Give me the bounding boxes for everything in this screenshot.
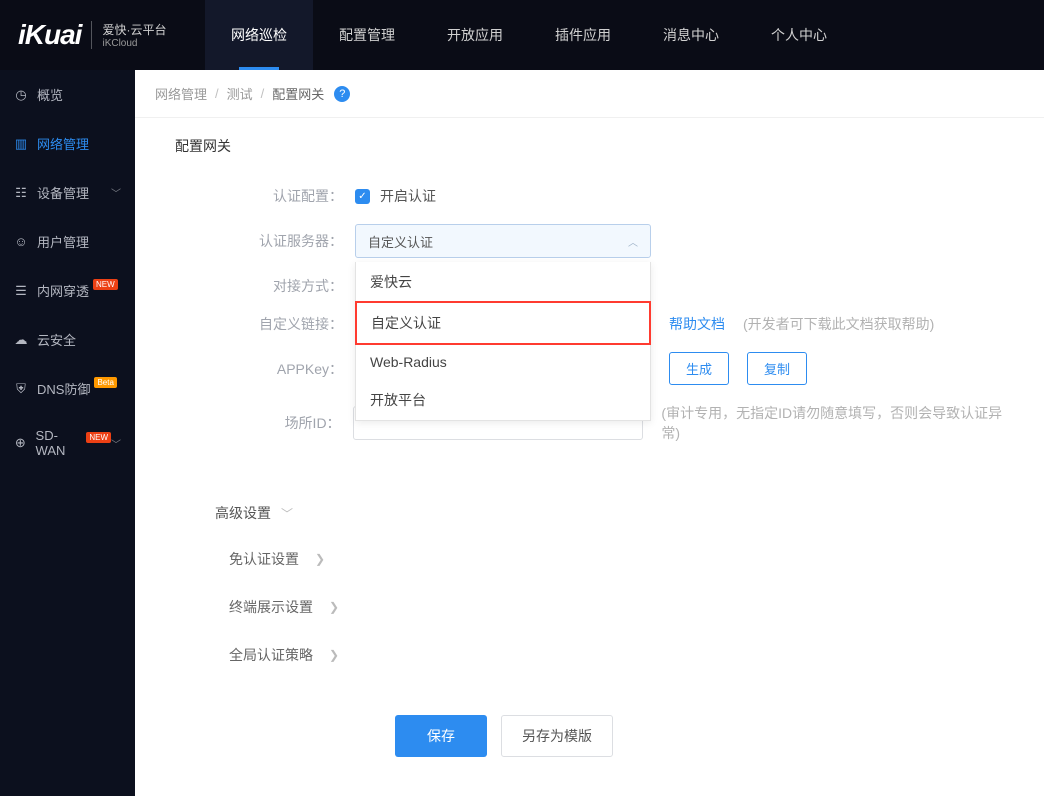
sidebar-item-label: 概览 [37,85,63,104]
sidebar-item-label: 网络管理 [37,134,89,153]
badge-beta: Beta [94,377,116,388]
nav-tab-config-mgmt[interactable]: 配置管理 [313,0,421,70]
logo-subtitle-cn: 爱快·云平台 [102,21,166,38]
chevron-right-icon: ❯ [329,648,339,662]
generate-button[interactable]: 生成 [669,352,729,385]
save-button[interactable]: 保存 [395,715,487,757]
logo: iKuai [18,19,81,51]
connection-mode-label: 对接方式： [205,276,355,296]
logo-block: iKuai 爱快·云平台 iKCloud [0,19,205,51]
top-bar: iKuai 爱快·云平台 iKCloud 网络巡检 配置管理 开放应用 插件应用… [0,0,1044,70]
help-doc-link[interactable]: 帮助文档 [669,314,725,334]
globe-icon: ⊕ [14,435,27,451]
chevron-up-icon: ︿ [628,234,638,249]
bars-icon: ☰ [14,283,28,299]
clock-icon: ◷ [14,87,28,103]
place-id-hint: (审计专用，无指定ID请勿随意填写，否则会导致认证异常) [661,403,1014,443]
advanced-title: 高级设置 [215,503,271,523]
chevron-right-icon: ❯ [315,552,325,566]
advanced-toggle[interactable]: 高级设置 ﹀ [215,503,1014,523]
sidebar: ◷ 概览 ▥ 网络管理 ☷ 设备管理 ﹀ ☺ 用户管理 ☰ 内网穿透 NEW ☁… [0,70,135,796]
adv-item-terminal-display[interactable]: 终端展示设置 ❯ [215,597,1014,617]
adv-item-global-auth-policy[interactable]: 全局认证策略 ❯ [215,645,1014,665]
save-as-template-button[interactable]: 另存为模版 [501,715,613,757]
help-icon[interactable]: ? [334,86,350,102]
sidebar-item-network-mgmt[interactable]: ▥ 网络管理 [0,119,135,168]
nav-tab-network-inspection[interactable]: 网络巡检 [205,0,313,70]
sidebar-item-sdwan[interactable]: ⊕ SD-WAN NEW ﹀ [0,413,135,473]
adv-item-noauth[interactable]: 免认证设置 ❯ [215,549,1014,569]
shield-icon: ⛨ [14,381,28,397]
custom-link-label: 自定义链接： [205,314,355,334]
sidebar-item-cloud-security[interactable]: ☁ 云安全 [0,315,135,364]
page-title: 配置网关 [175,136,1014,156]
nav-tab-messages[interactable]: 消息中心 [637,0,745,70]
grid-icon: ☷ [14,185,28,201]
auth-server-dropdown: 爱快云 自定义认证 Web-Radius 开放平台 [355,262,651,421]
auth-config-label: 认证配置： [205,186,355,206]
sidebar-item-overview[interactable]: ◷ 概览 [0,70,135,119]
dropdown-option-ikuai-cloud[interactable]: 爱快云 [356,262,650,302]
sidebar-item-label: 内网穿透 [37,281,89,300]
nav-tab-plugin-apps[interactable]: 插件应用 [529,0,637,70]
help-doc-hint: (开发者可下载此文档获取帮助) [743,314,934,334]
sidebar-item-dns-defense[interactable]: ⛨ DNS防御 Beta [0,364,135,413]
sidebar-item-label: 用户管理 [37,232,89,251]
dropdown-option-custom-auth[interactable]: 自定义认证 [355,301,651,345]
sidebar-item-user-mgmt[interactable]: ☺ 用户管理 [0,217,135,266]
breadcrumb-level-2[interactable]: 测试 [227,84,253,103]
nav-tab-profile[interactable]: 个人中心 [745,0,853,70]
badge-new: NEW [86,432,111,443]
copy-button[interactable]: 复制 [747,352,807,385]
logo-subtitle-en: iKCloud [102,38,166,49]
breadcrumb: 网络管理 / 测试 / 配置网关 ? [135,70,1044,118]
monitor-icon: ▥ [14,136,28,152]
chevron-down-icon: ﹀ [281,505,293,522]
sidebar-item-label: 设备管理 [37,183,89,202]
breadcrumb-current: 配置网关 [272,84,324,103]
sidebar-item-label: SD-WAN [36,428,83,458]
sidebar-item-label: DNS防御 [37,379,90,398]
user-icon: ☺ [14,234,28,249]
enable-auth-checkbox[interactable]: ✓ [355,189,370,204]
sidebar-item-device-mgmt[interactable]: ☷ 设备管理 ﹀ [0,168,135,217]
chevron-right-icon: ❯ [329,600,339,614]
sidebar-item-nat-tunnel[interactable]: ☰ 内网穿透 NEW [0,266,135,315]
dropdown-option-web-radius[interactable]: Web-Radius [356,344,650,380]
badge-new: NEW [93,279,118,290]
auth-server-value: 自定义认证 [368,232,433,251]
content-area: 配置网关 认证配置： ✓ 开启认证 认证服务器： 自定义认证 ︿ [135,118,1044,796]
place-id-label: 场所ID： [205,413,353,433]
appkey-label: APPKey： [205,359,355,379]
chevron-down-icon: ﹀ [111,185,121,200]
cloud-icon: ☁ [14,332,28,348]
breadcrumb-level-1[interactable]: 网络管理 [155,84,207,103]
enable-auth-label: 开启认证 [380,186,436,206]
auth-server-label: 认证服务器： [205,231,355,251]
auth-server-select[interactable]: 自定义认证 ︿ [355,224,651,258]
sidebar-item-label: 云安全 [37,330,76,349]
nav-tab-open-apps[interactable]: 开放应用 [421,0,529,70]
chevron-down-icon: ﹀ [111,436,121,451]
top-nav: 网络巡检 配置管理 开放应用 插件应用 消息中心 个人中心 [205,0,853,70]
dropdown-option-open-platform[interactable]: 开放平台 [356,380,650,420]
